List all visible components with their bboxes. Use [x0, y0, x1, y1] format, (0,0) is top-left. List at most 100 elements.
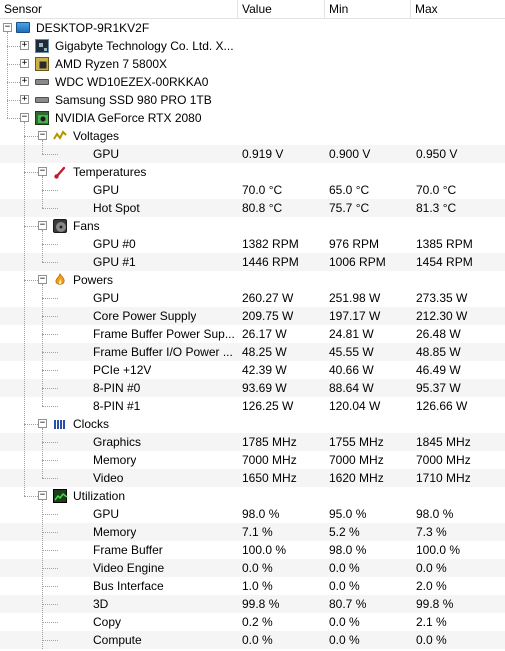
- sensor-row[interactable]: Memory 7.1 % 5.2 % 7.3 %: [0, 523, 505, 541]
- device-row[interactable]: + AMD Ryzen 7 5800X: [0, 55, 505, 73]
- expand-toggle[interactable]: +: [20, 59, 29, 68]
- collapse-toggle[interactable]: −: [38, 275, 47, 284]
- collapse-toggle[interactable]: −: [3, 23, 12, 32]
- sensor-value: 80.8 °C: [242, 201, 283, 215]
- expand-toggle[interactable]: +: [20, 77, 29, 86]
- device-label: AMD Ryzen 7 5800X: [55, 57, 168, 71]
- sensor-max: 0.0 %: [416, 633, 447, 647]
- root-label: DESKTOP-9R1KV2F: [36, 21, 150, 35]
- expand-toggle[interactable]: +: [20, 41, 29, 50]
- sensor-max: 273.35 W: [416, 291, 468, 305]
- sensor-min: 120.04 W: [329, 399, 381, 413]
- sensor-row[interactable]: 8-PIN #0 93.69 W 88.64 W 95.37 W: [0, 379, 505, 397]
- sensor-min: 1006 RPM: [329, 255, 386, 269]
- sensor-row[interactable]: Video Engine 0.0 % 0.0 % 0.0 %: [0, 559, 505, 577]
- sensor-row[interactable]: Memory 7000 MHz 7000 MHz 7000 MHz: [0, 451, 505, 469]
- sensor-value: 7.1 %: [242, 525, 273, 539]
- collapse-toggle[interactable]: −: [38, 491, 47, 500]
- collapse-toggle[interactable]: −: [38, 221, 47, 230]
- sensor-label: Memory: [93, 453, 137, 467]
- collapse-toggle[interactable]: −: [38, 131, 47, 140]
- category-row[interactable]: − Utilization: [0, 487, 505, 505]
- sensor-value: 93.69 W: [242, 381, 287, 395]
- sensor-label: GPU #1: [93, 255, 136, 269]
- sensor-value: 70.0 °C: [242, 183, 283, 197]
- sensor-label: Video: [93, 471, 124, 485]
- category-row[interactable]: − Clocks: [0, 415, 505, 433]
- device-row[interactable]: + Gigabyte Technology Co. Ltd. X...: [0, 37, 505, 55]
- sensor-row[interactable]: GPU 260.27 W 251.98 W 273.35 W: [0, 289, 505, 307]
- gpu-icon: [35, 111, 49, 125]
- sensor-row[interactable]: GPU #0 1382 RPM 976 RPM 1385 RPM: [0, 235, 505, 253]
- column-header-value[interactable]: Value: [238, 0, 325, 18]
- category-row[interactable]: − Voltages: [0, 127, 505, 145]
- sensor-row[interactable]: GPU 0.919 V 0.900 V 0.950 V: [0, 145, 505, 163]
- sensor-min: 40.66 W: [329, 363, 374, 377]
- sensor-min: 197.17 W: [329, 309, 381, 323]
- sensor-value: 98.0 %: [242, 507, 280, 521]
- sensor-value: 0.0 %: [242, 633, 273, 647]
- root-row[interactable]: − DESKTOP-9R1KV2F: [0, 19, 505, 37]
- sensor-max: 7000 MHz: [416, 453, 471, 467]
- sensor-label: GPU: [93, 291, 120, 305]
- sensor-label: Hot Spot: [93, 201, 140, 215]
- sensor-label: Memory: [93, 525, 137, 539]
- sensor-row[interactable]: Copy 0.2 % 0.0 % 2.1 %: [0, 613, 505, 631]
- collapse-toggle[interactable]: −: [38, 419, 47, 428]
- sensor-max: 7.3 %: [416, 525, 447, 539]
- expand-toggle[interactable]: +: [20, 95, 29, 104]
- sensor-max: 100.0 %: [416, 543, 461, 557]
- sensor-row[interactable]: Frame Buffer Power Sup... 26.17 W 24.81 W 2…: [0, 325, 505, 343]
- sensor-value: 99.8 %: [242, 597, 280, 611]
- category-row[interactable]: − Fans: [0, 217, 505, 235]
- sensor-label: Frame Buffer Power Sup...: [93, 327, 235, 341]
- category-label: Fans: [73, 219, 100, 233]
- sensor-max: 99.8 %: [416, 597, 454, 611]
- sensor-row[interactable]: Frame Buffer I/O Power ... 48.25 W 45.55 W…: [0, 343, 505, 361]
- category-label: Clocks: [73, 417, 110, 431]
- sensor-value: 209.75 W: [242, 309, 294, 323]
- sensor-row[interactable]: GPU 70.0 °C 65.0 °C 70.0 °C: [0, 181, 505, 199]
- sensor-value: 1446 RPM: [242, 255, 299, 269]
- sensor-row[interactable]: Compute 0.0 % 0.0 % 0.0 %: [0, 631, 505, 649]
- sensor-row[interactable]: Hot Spot 80.8 °C 75.7 °C 81.3 °C: [0, 199, 505, 217]
- device-row[interactable]: − NVIDIA GeForce RTX 2080: [0, 109, 505, 127]
- sensor-row[interactable]: 8-PIN #1 126.25 W 120.04 W 126.66 W: [0, 397, 505, 415]
- cpu-icon: [35, 57, 49, 71]
- sensor-min: 0.0 %: [329, 579, 360, 593]
- sensor-row[interactable]: PCIe +12V 42.39 W 40.66 W 46.49 W: [0, 361, 505, 379]
- sensor-min: 1755 MHz: [329, 435, 384, 449]
- collapse-toggle[interactable]: −: [38, 167, 47, 176]
- sensor-min: 7000 MHz: [329, 453, 384, 467]
- category-row[interactable]: − Powers: [0, 271, 505, 289]
- category-row[interactable]: − Temperatures: [0, 163, 505, 181]
- sensor-min: 65.0 °C: [329, 183, 370, 197]
- sensor-label: GPU: [93, 507, 120, 521]
- sensor-row[interactable]: Graphics 1785 MHz 1755 MHz 1845 MHz: [0, 433, 505, 451]
- drive-icon: [35, 79, 49, 85]
- sensor-row[interactable]: Video 1650 MHz 1620 MHz 1710 MHz: [0, 469, 505, 487]
- sensor-label: Copy: [93, 615, 122, 629]
- column-header-sensor[interactable]: Sensor: [0, 0, 238, 18]
- sensor-max: 2.1 %: [416, 615, 447, 629]
- sensor-row[interactable]: 3D 99.8 % 80.7 % 99.8 %: [0, 595, 505, 613]
- collapse-toggle[interactable]: −: [20, 113, 29, 122]
- column-header-min[interactable]: Min: [325, 0, 411, 18]
- device-row[interactable]: + WDC WD10EZEX-00RKKA0: [0, 73, 505, 91]
- temperature-icon: [53, 165, 67, 179]
- device-row[interactable]: + Samsung SSD 980 PRO 1TB: [0, 91, 505, 109]
- sensor-value: 7000 MHz: [242, 453, 297, 467]
- sensor-row[interactable]: Frame Buffer 100.0 % 98.0 % 100.0 %: [0, 541, 505, 559]
- column-header-max[interactable]: Max: [411, 0, 505, 18]
- sensor-label: 3D: [93, 597, 109, 611]
- sensor-row[interactable]: GPU #1 1446 RPM 1006 RPM 1454 RPM: [0, 253, 505, 271]
- sensor-min: 0.0 %: [329, 615, 360, 629]
- sensor-label: Bus Interface: [93, 579, 164, 593]
- sensor-max: 95.37 W: [416, 381, 461, 395]
- sensor-label: Video Engine: [93, 561, 165, 575]
- sensor-row[interactable]: Core Power Supply 209.75 W 197.17 W 212.30 …: [0, 307, 505, 325]
- sensor-row[interactable]: GPU 98.0 % 95.0 % 98.0 %: [0, 505, 505, 523]
- sensor-row[interactable]: Bus Interface 1.0 % 0.0 % 2.0 %: [0, 577, 505, 595]
- sensor-max: 0.0 %: [416, 561, 447, 575]
- power-icon: [53, 273, 67, 287]
